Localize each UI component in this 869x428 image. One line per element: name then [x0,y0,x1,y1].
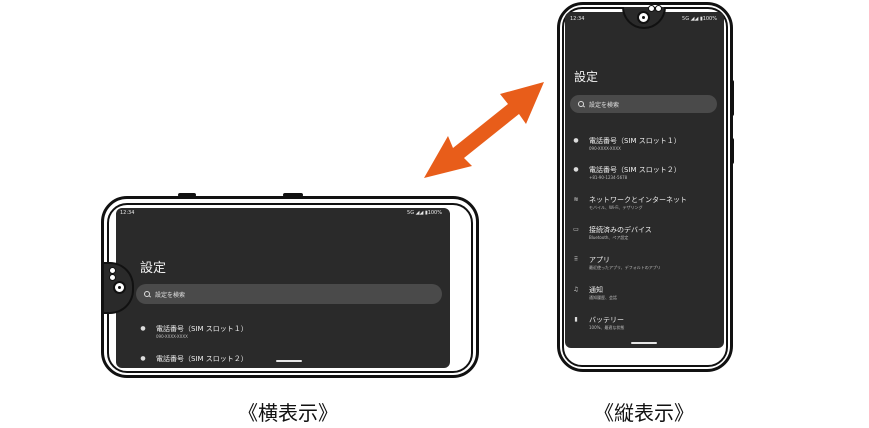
devices-icon: ▭ [573,226,579,233]
sensor-icon [648,5,655,12]
search-input[interactable]: 設定を検索 [570,95,717,113]
search-icon [144,291,150,297]
sensor-icon [109,267,116,274]
page-title: 設定 [140,260,167,275]
list-item[interactable]: ▭ 接続済みのデバイス Bluetooth、ペア設定 [569,226,652,241]
portrait-screen: 12:34 5G ◢◢ ▮100% 設定 設定を検索 ● 電話番号（SIM スロ… [565,12,724,348]
item-subtitle: 通知履歴、会話 [589,295,617,300]
apps-icon: ⠿ [573,256,579,263]
item-title: 電話番号（SIM スロット２） [589,166,681,174]
item-subtitle: 090-XXXX-XXXX [156,334,188,339]
search-icon [578,101,584,107]
item-title: 電話番号（SIM スロット２） [156,355,248,363]
item-title: 接続済みのデバイス [589,226,652,234]
item-subtitle: Bluetooth、ペア設定 [589,235,629,240]
search-placeholder: 設定を検索 [589,101,620,109]
item-subtitle: モバイル、Wi-Fi、テザリング [589,205,643,210]
sensor-icon [655,5,662,12]
sensor-icon [109,274,116,281]
home-indicator[interactable] [631,342,657,344]
home-indicator[interactable] [276,360,302,362]
status-icons: 5G ◢◢ ▮100% [682,16,717,22]
search-placeholder: 設定を検索 [155,291,186,299]
item-subtitle: 090-XXXX-XXXX [589,146,621,151]
search-input[interactable]: 設定を検索 [136,284,442,304]
person-icon: ● [573,137,579,144]
person-icon: ● [140,355,146,362]
page-title: 設定 [574,70,599,84]
status-time: 12:34 [120,210,135,216]
item-subtitle: 最近使ったアプリ、デフォルトのアプリ [589,265,661,270]
list-item[interactable]: ● 電話番号（SIM スロット２） +81-90-1234-5678 [569,166,681,181]
item-title: アプリ [589,256,610,264]
person-icon: ● [573,166,579,173]
list-item[interactable]: ● 電話番号（SIM スロット２） [136,355,248,364]
rotate-arrow-icon [424,82,544,178]
landscape-screen: 12:34 5G ◢◢ ▮100% 設定 設定を検索 ● 電話番号（SIM スロ… [116,208,450,368]
item-title: ネットワークとインターネット [589,196,687,204]
status-icons: 5G ◢◢ ▮100% [407,210,442,216]
list-item[interactable]: ● 電話番号（SIM スロット１） 090-XXXX-XXXX [569,137,681,152]
list-item[interactable]: ▮ バッテリー 100%、最適な状態 [569,316,624,331]
list-item[interactable]: ♫ 通知 通知履歴、会話 [569,286,617,301]
item-subtitle: +81-90-1234-5678 [589,175,628,180]
wifi-icon: ≋ [573,196,579,203]
portrait-caption: 《縦表示》 [594,401,694,425]
person-icon: ● [140,325,146,332]
item-title: バッテリー [589,316,624,324]
front-camera-icon [113,281,126,294]
front-camera-icon [637,11,650,24]
landscape-caption: 《横表示》 [238,401,338,425]
list-item[interactable]: ≋ ネットワークとインターネット モバイル、Wi-Fi、テザリング [569,196,687,211]
item-title: 電話番号（SIM スロット１） [156,325,248,333]
item-subtitle: 100%、最適な状態 [589,325,625,330]
battery-icon: ▮ [574,316,578,323]
status-time: 12:34 [570,16,585,22]
list-item[interactable]: ● 電話番号（SIM スロット１） 090-XXXX-XXXX [136,325,248,340]
bell-icon: ♫ [573,286,579,293]
item-title: 通知 [589,286,603,294]
item-title: 電話番号（SIM スロット１） [589,137,681,145]
list-item[interactable]: ⠿ アプリ 最近使ったアプリ、デフォルトのアプリ [569,256,661,271]
